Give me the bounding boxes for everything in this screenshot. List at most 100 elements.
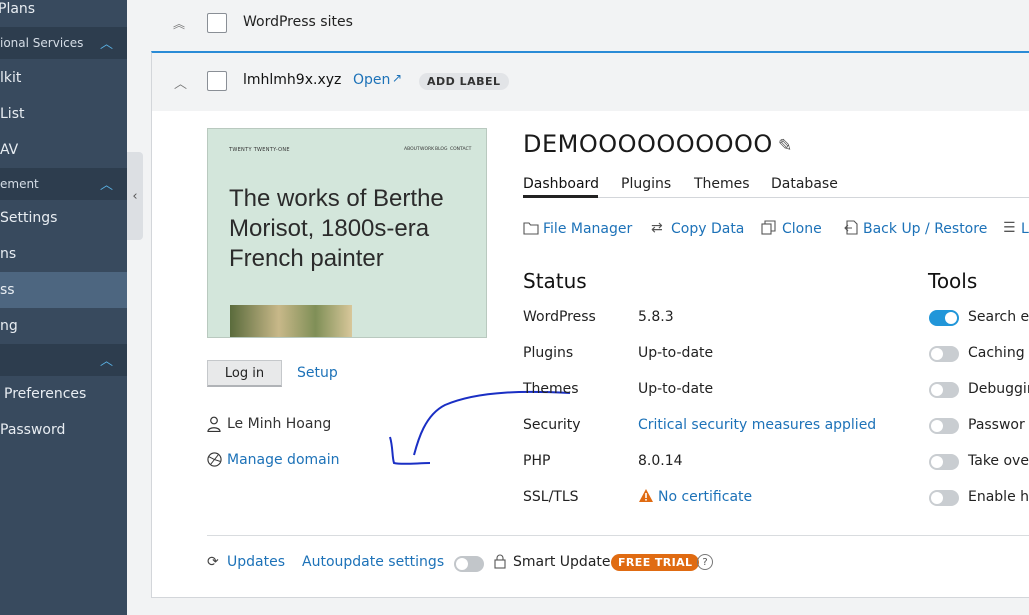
autoupdate-settings-link[interactable]: Autoupdate settings: [302, 554, 444, 570]
logs-link[interactable]: L: [1021, 221, 1029, 237]
setup-link[interactable]: Setup: [297, 365, 338, 381]
group-title: WordPress sites: [243, 14, 353, 30]
chevron-up-icon: ︿: [99, 354, 113, 369]
sidebar-item-preferences[interactable]: Preferences: [0, 376, 127, 412]
file-manager-link[interactable]: File Manager: [543, 221, 632, 237]
free-trial-badge[interactable]: FREE TRIAL: [611, 554, 700, 571]
status-value-security[interactable]: Critical security measures applied: [638, 417, 876, 433]
tab-themes[interactable]: Themes: [694, 176, 750, 192]
sidebar-item-password[interactable]: Password: [0, 412, 127, 448]
copy-data-icon: ⇄: [651, 220, 663, 236]
refresh-icon: ⟳: [207, 554, 219, 570]
site-domain: lmhlmh9x.xyz: [243, 72, 342, 88]
select-all-checkbox[interactable]: [207, 13, 227, 33]
tool-label-search: Search en: [968, 309, 1029, 325]
sidebar-item-av[interactable]: AV: [0, 132, 127, 168]
caching-toggle[interactable]: [929, 346, 959, 362]
sidebar-item-wordpress[interactable]: ss: [0, 272, 127, 308]
sidebar-section-additional-services[interactable]: ional Services ︿: [0, 27, 127, 59]
sidebar-item-list[interactable]: List: [0, 96, 127, 132]
status-value-themes: Up-to-date: [638, 381, 714, 397]
logs-icon: ☰: [1003, 220, 1016, 236]
collapse-site-icon[interactable]: ︿: [174, 73, 187, 92]
tool-label-takeover: Take over: [968, 453, 1029, 469]
sidebar-section-account[interactable]: ︿: [0, 344, 127, 376]
sidebar-item-label: Password: [0, 422, 66, 438]
collapse-group-icon[interactable]: ︽: [173, 15, 185, 32]
sidebar-item-plans[interactable]: Plans: [0, 0, 127, 27]
password-protection-toggle[interactable]: [929, 418, 959, 434]
user-icon: [207, 416, 221, 436]
thumb-nav-work: WORK: [420, 147, 435, 152]
sidebar-item-label: Preferences: [4, 386, 87, 402]
site-title: DEMOOOOOOOOOO: [523, 130, 773, 158]
status-label-plugins: Plugins: [523, 345, 574, 361]
add-label-button[interactable]: ADD LABEL: [419, 73, 509, 90]
thumb-nav-blog: BLOG: [435, 147, 448, 152]
tabs-divider: [523, 197, 1029, 198]
status-heading: Status: [523, 269, 587, 293]
thumb-painting-image: [230, 305, 352, 337]
clone-icon: [761, 220, 776, 239]
site-checkbox[interactable]: [207, 71, 227, 91]
folder-icon: [523, 220, 539, 239]
status-label-ssl: SSL/TLS: [523, 489, 579, 505]
sidebar-item-label: Plans: [0, 1, 36, 17]
hotlink-toggle[interactable]: [929, 490, 959, 506]
lock-icon: [494, 554, 506, 573]
help-icon[interactable]: ?: [697, 554, 713, 570]
tool-label-debugging: Debuggin: [968, 381, 1029, 397]
site-owner: Le Minh Hoang: [227, 416, 332, 432]
thumb-headline-3: French painter: [229, 245, 384, 272]
smart-update-toggle[interactable]: [454, 556, 484, 572]
open-site-link[interactable]: Open: [353, 72, 390, 88]
warning-icon: [638, 488, 654, 507]
status-value-wordpress: 5.8.3: [638, 309, 674, 325]
active-tab-indicator: [523, 195, 598, 198]
sidebar-section-label: ional Services: [0, 36, 84, 50]
sidebar-item-label: ng: [0, 318, 18, 334]
chevron-up-icon: ︿: [99, 37, 113, 52]
manage-domain-link[interactable]: Manage domain: [227, 452, 340, 468]
sidebar: Plans ional Services ︿ lkit List AV ement…: [0, 0, 127, 615]
takeover-toggle[interactable]: [929, 454, 959, 470]
status-label-wordpress: WordPress: [523, 309, 596, 325]
sidebar-item-settings[interactable]: Settings: [0, 200, 127, 236]
status-value-php: 8.0.14: [638, 453, 683, 469]
backup-icon: [844, 220, 858, 239]
sidebar-section-label: ement: [0, 177, 39, 191]
sidebar-item-plans-2[interactable]: ns: [0, 236, 127, 272]
smart-update-label: Smart Update: [513, 554, 611, 570]
footer-divider: [207, 535, 1029, 536]
status-label-php: PHP: [523, 453, 551, 469]
sidebar-item-toolkit[interactable]: lkit: [0, 60, 127, 96]
tool-label-password: Passwor: [968, 417, 1025, 433]
thumb-brand: TWENTY TWENTY-ONE: [229, 147, 290, 153]
edit-title-icon[interactable]: ✎: [778, 136, 792, 156]
status-label-security: Security: [523, 417, 581, 433]
login-button[interactable]: Log in: [207, 360, 282, 387]
debugging-toggle[interactable]: [929, 382, 959, 398]
sidebar-item-label: AV: [0, 142, 19, 158]
site-thumbnail[interactable]: TWENTY TWENTY-ONE ABOUT WORK BLOG CONTAC…: [207, 128, 487, 338]
search-engine-toggle[interactable]: [929, 310, 959, 326]
sidebar-collapse-button[interactable]: ‹: [127, 152, 143, 240]
clone-link[interactable]: Clone: [782, 221, 822, 237]
chevron-up-icon: ︿: [99, 178, 113, 193]
status-value-ssl[interactable]: No certificate: [658, 489, 752, 505]
thumb-nav-contact: CONTACT: [450, 147, 472, 152]
thumb-nav-about: ABOUT: [404, 147, 420, 152]
tab-dashboard[interactable]: Dashboard: [523, 176, 599, 192]
tab-database[interactable]: Database: [771, 176, 838, 192]
status-label-themes: Themes: [523, 381, 579, 397]
copy-data-link[interactable]: Copy Data: [671, 221, 744, 237]
tab-plugins[interactable]: Plugins: [621, 176, 671, 192]
thumb-headline-2: Morisot, 1800s-era: [229, 215, 430, 242]
thumb-headline-1: The works of Berthe: [229, 185, 444, 212]
status-value-plugins: Up-to-date: [638, 345, 714, 361]
sidebar-item-logging[interactable]: ng: [0, 308, 127, 344]
updates-link[interactable]: Updates: [227, 554, 285, 570]
sidebar-section-management[interactable]: ement ︿: [0, 168, 127, 200]
tool-label-hotlink: Enable ho: [968, 489, 1029, 505]
backup-restore-link[interactable]: Back Up / Restore: [863, 221, 987, 237]
